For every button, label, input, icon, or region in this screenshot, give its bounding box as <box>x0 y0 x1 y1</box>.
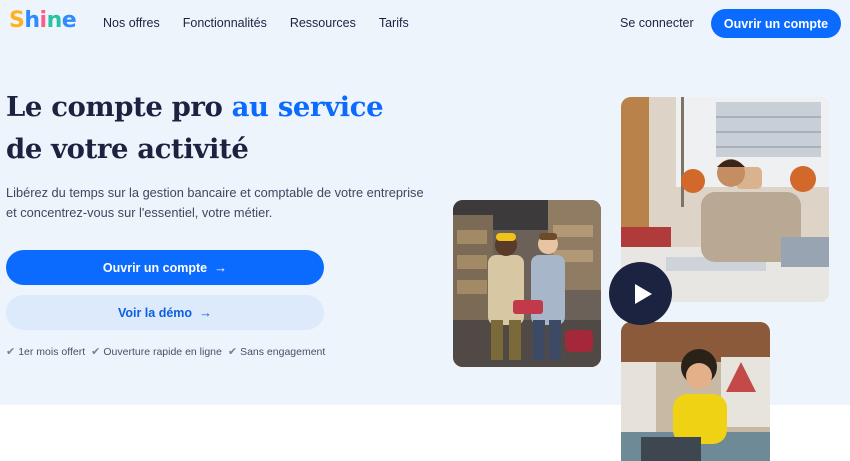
hero-title-highlight: au service <box>231 91 384 123</box>
hero-photo-warehouse <box>453 200 601 367</box>
shine-logo[interactable]: S h i n e <box>9 8 77 33</box>
logo-letter: i <box>39 8 48 33</box>
hero-subtitle: Libérez du temps sur la gestion bancaire… <box>6 185 424 220</box>
check-icon: ✔ <box>6 346 16 358</box>
perk-label: Ouverture rapide en ligne <box>103 345 222 358</box>
demo-button[interactable]: Voir la démo → <box>6 295 324 330</box>
perk-label: Sans engagement <box>240 345 326 358</box>
demo-label: Voir la démo <box>117 305 193 320</box>
logo-letter: S <box>9 8 25 33</box>
arrow-right-icon: → <box>214 260 228 275</box>
hero-photo-woman <box>621 322 770 461</box>
main-nav: Nos offres Fonctionnalités Ressources Ta… <box>103 16 432 30</box>
header-open-account-button[interactable]: Ouvrir un compte <box>711 9 841 38</box>
play-video-button[interactable] <box>609 262 672 325</box>
nav-item-fonctionnalites[interactable]: Fonctionnalités <box>183 16 267 30</box>
nav-item-offres[interactable]: Nos offres <box>103 16 160 30</box>
woman-photo-illustration <box>621 322 770 461</box>
hero-title: Le compte pro au service de votre activi… <box>6 86 384 170</box>
perk-item: ✔ Ouverture rapide en ligne <box>91 345 222 359</box>
nav-item-ressources[interactable]: Ressources <box>290 16 356 30</box>
open-account-button[interactable]: Ouvrir un compte → <box>6 250 324 285</box>
perk-item: ✔ Sans engagement <box>227 345 326 359</box>
warehouse-photo-illustration <box>453 200 601 367</box>
logo-letter: n <box>46 8 63 33</box>
logo-letter: e <box>61 8 77 33</box>
check-icon: ✔ <box>227 346 238 358</box>
signin-link[interactable]: Se connecter <box>620 16 694 30</box>
open-account-label: Ouvrir un compte <box>102 260 208 275</box>
nav-item-tarifs[interactable]: Tarifs <box>379 16 409 30</box>
play-icon <box>634 283 652 304</box>
perk-label: 1er mois offert <box>18 345 86 358</box>
perk-item: ✔ 1er mois offert <box>6 345 86 359</box>
perks-list: ✔ 1er mois offert ✔ Ouverture rapide en … <box>6 345 331 359</box>
hero-title-line2: de votre activité <box>6 133 249 165</box>
logo-letter: h <box>24 8 40 33</box>
check-icon: ✔ <box>91 346 101 358</box>
arrow-right-icon: → <box>199 305 213 320</box>
hero-title-prefix: Le compte pro <box>6 91 232 123</box>
